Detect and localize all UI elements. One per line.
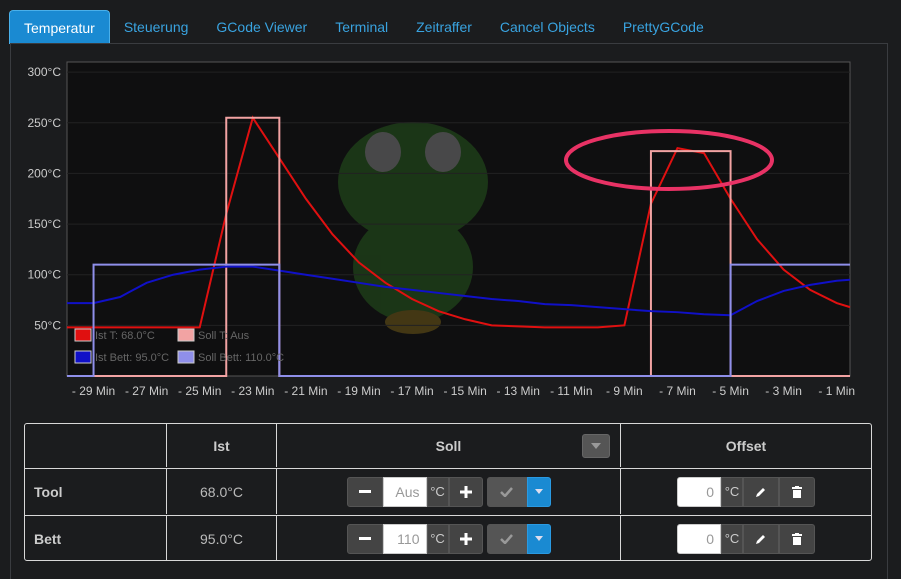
tab-steuerung[interactable]: Steuerung <box>110 10 203 44</box>
temperature-chart: 300°C 250°C 200°C 150°C 100°C 50°C - 29 Min - 2… <box>13 52 873 402</box>
y-tick-label: 150°C <box>28 217 62 231</box>
caret-down-icon <box>591 443 601 449</box>
temperature-table: Ist Soll Offset Tool 68.0°C Aus °C 0 °C … <box>24 423 872 561</box>
target-input[interactable]: 110 <box>382 523 427 554</box>
x-tick-label: - 3 Min <box>765 384 802 398</box>
tab-cancel-objects[interactable]: Cancel Objects <box>486 10 609 44</box>
legend-label: Ist Bett: 95.0°C <box>95 352 169 364</box>
x-tick-label: - 5 Min <box>712 384 749 398</box>
offset-unit: °C <box>721 523 743 554</box>
target-group: 110 °C <box>346 523 551 554</box>
x-tick-label: - 11 Min <box>550 384 592 398</box>
decrement-button[interactable] <box>346 476 383 507</box>
offset-group: 0 °C <box>677 523 815 554</box>
increment-button[interactable] <box>448 476 483 507</box>
x-tick-label: - 23 Min <box>231 384 274 398</box>
edit-offset-button[interactable] <box>743 523 779 554</box>
y-tick-label: 50°C <box>34 318 61 332</box>
caret-down-icon <box>534 536 543 541</box>
x-tick-label: - 21 Min <box>284 384 327 398</box>
tab-prettygcode[interactable]: PrettyGCode <box>609 10 718 44</box>
legend-swatch <box>74 350 92 364</box>
target-group: Aus °C <box>346 476 551 507</box>
check-icon <box>500 486 513 497</box>
table-header-row: Ist Soll Offset <box>25 424 871 467</box>
legend-swatch <box>177 328 195 342</box>
x-tick-label: - 17 Min <box>390 384 433 398</box>
tab-terminal[interactable]: Terminal <box>321 10 402 44</box>
target-controls: Aus °C <box>277 469 621 514</box>
edit-offset-button[interactable] <box>743 476 779 507</box>
header-ist: Ist <box>167 424 277 467</box>
tab-zeitraffer[interactable]: Zeitraffer <box>402 10 486 44</box>
offset-controls: 0 °C <box>621 469 871 514</box>
pencil-icon <box>756 534 765 544</box>
tab-temperatur[interactable]: Temperatur <box>9 10 110 44</box>
caret-down-icon <box>534 489 543 494</box>
decrement-button[interactable] <box>346 523 383 554</box>
offset-input[interactable]: 0 <box>677 523 721 554</box>
offset-group: 0 °C <box>677 476 815 507</box>
legend-swatch <box>74 328 92 342</box>
minus-icon <box>358 537 371 540</box>
temperature-chart-svg: 300°C 250°C 200°C 150°C 100°C 50°C - 29 Min - 2… <box>28 61 855 398</box>
x-tick-label: - 13 Min <box>497 384 540 398</box>
minus-icon <box>358 490 371 493</box>
offset-controls: 0 °C <box>621 516 871 561</box>
x-tick-label: - 19 Min <box>337 384 380 398</box>
tab-gcode-viewer[interactable]: GCode Viewer <box>202 10 321 44</box>
x-tick-label: - 15 Min <box>443 384 486 398</box>
target-unit: °C <box>426 476 449 507</box>
y-tick-label: 300°C <box>28 65 62 79</box>
apply-dropdown-button[interactable] <box>526 476 551 507</box>
plus-icon <box>459 485 472 498</box>
apply-dropdown-button[interactable] <box>526 523 551 554</box>
y-tick-label: 100°C <box>28 268 62 282</box>
apply-button[interactable] <box>486 523 527 554</box>
actual-temp: 68.0°C <box>167 469 277 514</box>
x-tick-label: - 1 Min <box>818 384 855 398</box>
target-unit: °C <box>426 523 449 554</box>
target-input[interactable]: Aus <box>382 476 427 507</box>
legend-swatch <box>177 350 195 364</box>
legend-label: Ist T: 68.0°C <box>95 330 155 342</box>
header-offset: Offset <box>725 437 767 454</box>
header-name <box>25 424 167 467</box>
actual-temp: 95.0°C <box>167 516 277 561</box>
increment-button[interactable] <box>448 523 483 554</box>
soll-dropdown-button[interactable] <box>582 434 610 458</box>
table-row-tool: Tool 68.0°C Aus °C 0 °C <box>25 468 871 514</box>
target-controls: 110 °C <box>277 516 621 561</box>
tab-bar: Temperatur Steuerung GCode Viewer Termin… <box>0 0 901 44</box>
x-tick-label: - 27 Min <box>125 384 168 398</box>
header-soll-cell: Soll <box>277 424 621 467</box>
plus-icon <box>459 532 472 545</box>
offset-unit: °C <box>721 476 743 507</box>
legend-label: Soll T: Aus <box>198 330 250 342</box>
y-tick-label: 250°C <box>28 116 62 130</box>
pencil-icon <box>756 487 765 497</box>
apply-button[interactable] <box>486 476 527 507</box>
x-tick-label: - 9 Min <box>606 384 643 398</box>
legend-label: Soll Bett: 110.0°C <box>198 352 284 364</box>
row-name: Tool <box>25 469 167 514</box>
y-tick-label: 200°C <box>28 166 62 180</box>
trash-icon <box>792 532 802 545</box>
row-name: Bett <box>25 516 167 561</box>
delete-offset-button[interactable] <box>779 476 815 507</box>
x-tick-label: - 7 Min <box>659 384 696 398</box>
x-tick-label: - 29 Min <box>72 384 115 398</box>
offset-input[interactable]: 0 <box>677 476 721 507</box>
x-tick-label: - 25 Min <box>178 384 221 398</box>
trash-icon <box>792 485 802 498</box>
check-icon <box>500 533 513 544</box>
header-soll: Soll <box>435 437 462 454</box>
delete-offset-button[interactable] <box>779 523 815 554</box>
table-row-bett: Bett 95.0°C 110 °C 0 °C <box>25 515 871 561</box>
